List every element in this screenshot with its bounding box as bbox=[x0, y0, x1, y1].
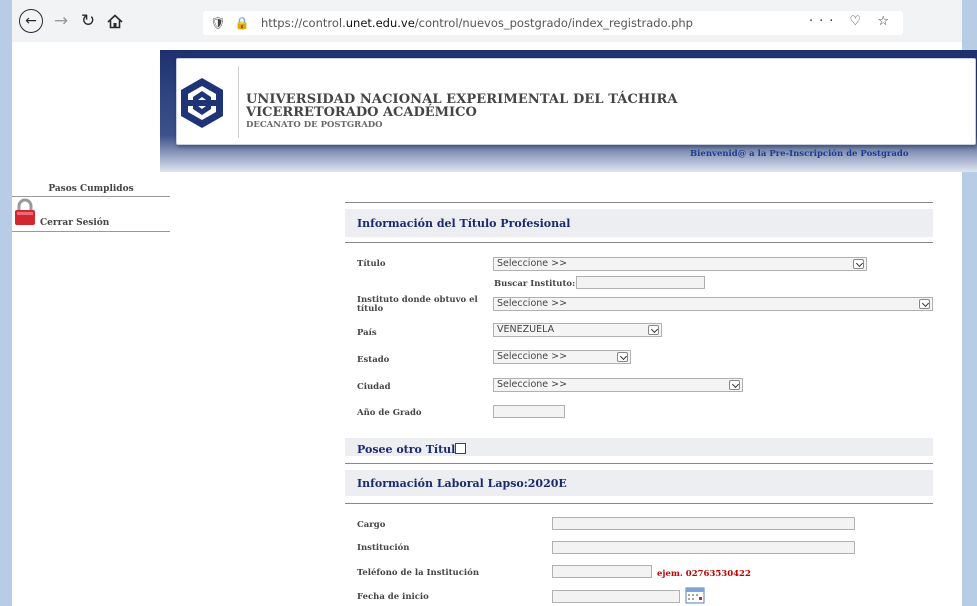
telefono-label: Teléfono de la Institución bbox=[357, 568, 479, 578]
desktop-left-edge bbox=[0, 0, 12, 606]
cargo-label: Cargo bbox=[357, 520, 386, 530]
address-bar[interactable]: 🛡 🔒 https://control.unet.edu.ve/control/… bbox=[203, 11, 903, 35]
otro-titulo-checkbox[interactable] bbox=[455, 443, 466, 454]
divider bbox=[345, 242, 933, 243]
divider bbox=[345, 463, 933, 464]
calendar-icon[interactable] bbox=[685, 586, 705, 604]
lock-icon[interactable]: 🔒 bbox=[233, 16, 251, 30]
sidebar-divider bbox=[12, 196, 170, 197]
otro-titulo-label: Posee otro Título bbox=[357, 443, 463, 456]
browser-toolbar: ← → ↻ 🛡 🔒 https://control.unet.edu.ve/co… bbox=[0, 0, 977, 42]
arrow-right-icon: → bbox=[53, 11, 69, 31]
chevron-down-icon bbox=[617, 352, 628, 362]
estado-label: Estado bbox=[357, 355, 390, 365]
forward-button[interactable]: → bbox=[49, 10, 73, 32]
estado-select-value: Seleccione >> bbox=[497, 351, 568, 362]
shield-icon[interactable]: 🛡 bbox=[209, 16, 227, 30]
logout-link[interactable]: Cerrar Sesión bbox=[40, 218, 109, 228]
welcome-text: Bienvenid@ a la Pre-Inscripción de Postg… bbox=[690, 149, 909, 159]
chevron-down-icon bbox=[648, 325, 659, 335]
chevron-down-icon bbox=[729, 380, 740, 390]
chevron-down-icon bbox=[919, 299, 930, 309]
telefono-input[interactable] bbox=[552, 565, 652, 578]
fecha-inicio-input[interactable] bbox=[552, 590, 680, 603]
titulo-select[interactable]: Seleccione >> bbox=[493, 257, 867, 271]
cargo-input[interactable] bbox=[552, 517, 855, 530]
university-logo bbox=[181, 78, 223, 128]
divider bbox=[345, 202, 933, 203]
instituto-select-value: Seleccione >> bbox=[497, 298, 568, 309]
sidebar-title: Pasos Cumplidos bbox=[48, 184, 134, 194]
reload-button[interactable]: ↻ bbox=[76, 10, 100, 32]
estado-select[interactable]: Seleccione >> bbox=[493, 350, 631, 364]
section-title-laboral: Información Laboral Lapso:2020E bbox=[357, 477, 567, 490]
pais-select[interactable]: VENEZUELA bbox=[493, 323, 662, 337]
arrow-left-icon: ← bbox=[25, 13, 37, 29]
pais-label: País bbox=[357, 328, 377, 338]
institucion-input[interactable] bbox=[552, 541, 855, 554]
anio-grado-label: Año de Grado bbox=[357, 408, 422, 418]
fecha-inicio-label: Fecha de inicio bbox=[357, 592, 429, 602]
home-button[interactable] bbox=[103, 10, 127, 32]
institucion-label: Institución bbox=[357, 543, 410, 553]
buscar-instituto-label: Buscar Instituto: bbox=[494, 279, 576, 289]
ciudad-label: Ciudad bbox=[357, 382, 391, 392]
ciudad-select-value: Seleccione >> bbox=[497, 379, 568, 390]
logo-divider bbox=[238, 66, 239, 138]
section-title-titulo: Información del Título Profesional bbox=[357, 217, 571, 230]
back-button[interactable]: ← bbox=[19, 9, 43, 33]
titulo-label: Título bbox=[357, 259, 386, 269]
vicerrectorado-name: VICERRETORADO ACADÉMICO bbox=[246, 105, 477, 120]
telefono-hint: ejem. 02763530422 bbox=[657, 569, 751, 579]
page-actions[interactable]: ··· ♡ ☆ bbox=[809, 14, 895, 29]
chevron-down-icon bbox=[853, 259, 864, 269]
ciudad-select[interactable]: Seleccione >> bbox=[493, 378, 743, 392]
pais-select-value: VENEZUELA bbox=[497, 324, 555, 335]
reload-icon: ↻ bbox=[80, 11, 96, 31]
buscar-instituto-input[interactable] bbox=[576, 276, 705, 289]
url-text: https://control.unet.edu.ve/control/nuev… bbox=[261, 16, 693, 30]
instituto-label: Instituto donde obtuvo el título bbox=[357, 295, 478, 314]
divider bbox=[345, 503, 933, 504]
instituto-select[interactable]: Seleccione >> bbox=[493, 297, 933, 311]
decanato-name: DECANATO DE POSTGRADO bbox=[246, 120, 383, 130]
anio-grado-input[interactable] bbox=[493, 405, 565, 418]
sidebar-divider-bottom bbox=[12, 231, 170, 232]
padlock-icon[interactable] bbox=[12, 198, 38, 226]
titulo-select-value: Seleccione >> bbox=[497, 258, 568, 269]
home-icon bbox=[107, 13, 123, 28]
